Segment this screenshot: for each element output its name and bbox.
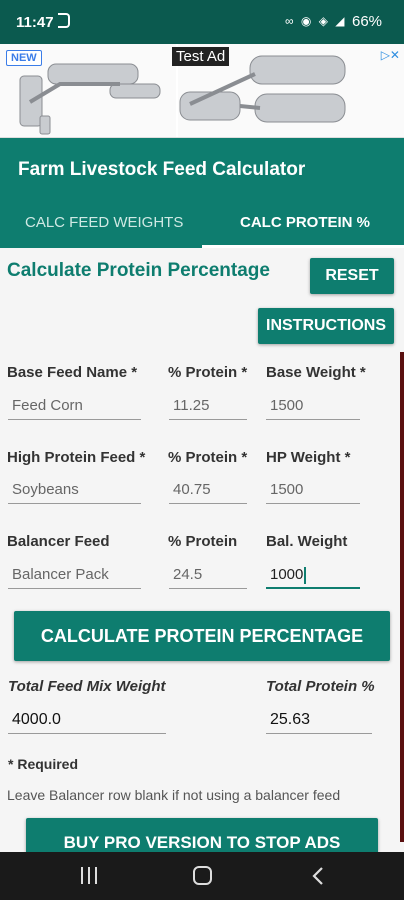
section-title: Calculate Protein Percentage bbox=[7, 260, 270, 281]
balancer-feed-input[interactable]: Balancer Pack bbox=[8, 561, 141, 589]
text-cursor bbox=[304, 566, 306, 584]
balancer-weight-input[interactable]: 1000 bbox=[266, 561, 360, 589]
base-protein-input[interactable]: 11.25 bbox=[169, 392, 247, 420]
hp-weight-input[interactable]: 1500 bbox=[266, 476, 360, 504]
recent-apps-icon[interactable] bbox=[80, 867, 98, 884]
total-protein-value: 25.63 bbox=[266, 706, 372, 734]
app-title: Farm Livestock Feed Calculator bbox=[18, 159, 306, 180]
system-nav-bar bbox=[0, 852, 404, 900]
home-icon[interactable] bbox=[193, 866, 212, 885]
high-protein-feed-label: High Protein Feed * bbox=[7, 449, 146, 466]
app-notification-icon bbox=[58, 13, 70, 28]
balancer-protein-input[interactable]: 24.5 bbox=[169, 561, 247, 589]
base-protein-label: % Protein * bbox=[168, 364, 248, 381]
total-protein-label: Total Protein % bbox=[266, 678, 375, 695]
calculate-protein-button[interactable]: CALCULATE PROTEIN PERCENTAGE bbox=[14, 611, 390, 661]
instructions-button[interactable]: INSTRUCTIONS bbox=[258, 308, 394, 344]
balancer-protein-label: % Protein bbox=[168, 533, 238, 550]
base-feed-name-label: Base Feed Name * bbox=[7, 364, 138, 381]
status-time: 11:47 bbox=[16, 14, 54, 31]
total-feed-mix-weight-value: 4000.0 bbox=[8, 706, 166, 734]
total-feed-mix-weight-label: Total Feed Mix Weight bbox=[8, 678, 166, 695]
protein-calculator: Calculate Protein Percentage RESET INSTR… bbox=[0, 248, 404, 852]
status-bar: 11:47 ∞ ◉ ◈ ◢ 66% bbox=[0, 0, 404, 44]
battery-level: 66% bbox=[352, 13, 383, 30]
buy-pro-button[interactable]: BUY PRO VERSION TO STOP ADS bbox=[26, 818, 378, 852]
balancer-note: Leave Balancer row blank if not using a … bbox=[7, 787, 341, 803]
ad-new-badge: NEW bbox=[6, 50, 42, 66]
balancer-feed-label: Balancer Feed bbox=[7, 533, 110, 550]
base-weight-input[interactable]: 1500 bbox=[266, 392, 360, 420]
scrollbar[interactable] bbox=[400, 352, 404, 842]
ad-label: Test Ad bbox=[172, 47, 230, 66]
base-feed-name-input[interactable]: Feed Corn bbox=[8, 392, 141, 420]
hp-weight-label: HP Weight * bbox=[266, 449, 351, 466]
base-weight-label: Base Weight * bbox=[266, 364, 366, 381]
hp-protein-input[interactable]: 40.75 bbox=[169, 476, 247, 504]
connectivity-icons: ∞ ◉ ◈ ◢ bbox=[285, 14, 347, 28]
balancer-weight-value: 1000 bbox=[270, 566, 304, 583]
balancer-weight-label: Bal. Weight bbox=[266, 533, 348, 550]
required-note: * Required bbox=[8, 756, 79, 772]
ad-banner[interactable]: NEW Test Ad ▷✕ bbox=[0, 44, 404, 138]
ad-choices-icon[interactable]: ▷✕ bbox=[381, 48, 400, 62]
back-icon[interactable] bbox=[309, 866, 329, 886]
app-bar: Farm Livestock Feed Calculator CALC FEED… bbox=[0, 138, 404, 248]
high-protein-feed-input[interactable]: Soybeans bbox=[8, 476, 141, 504]
hp-protein-label: % Protein * bbox=[168, 449, 248, 466]
tab-calc-feed-weights[interactable]: CALC FEED WEIGHTS bbox=[25, 214, 183, 231]
tab-calc-protein[interactable]: CALC PROTEIN % bbox=[240, 214, 370, 231]
reset-button[interactable]: RESET bbox=[310, 258, 394, 294]
